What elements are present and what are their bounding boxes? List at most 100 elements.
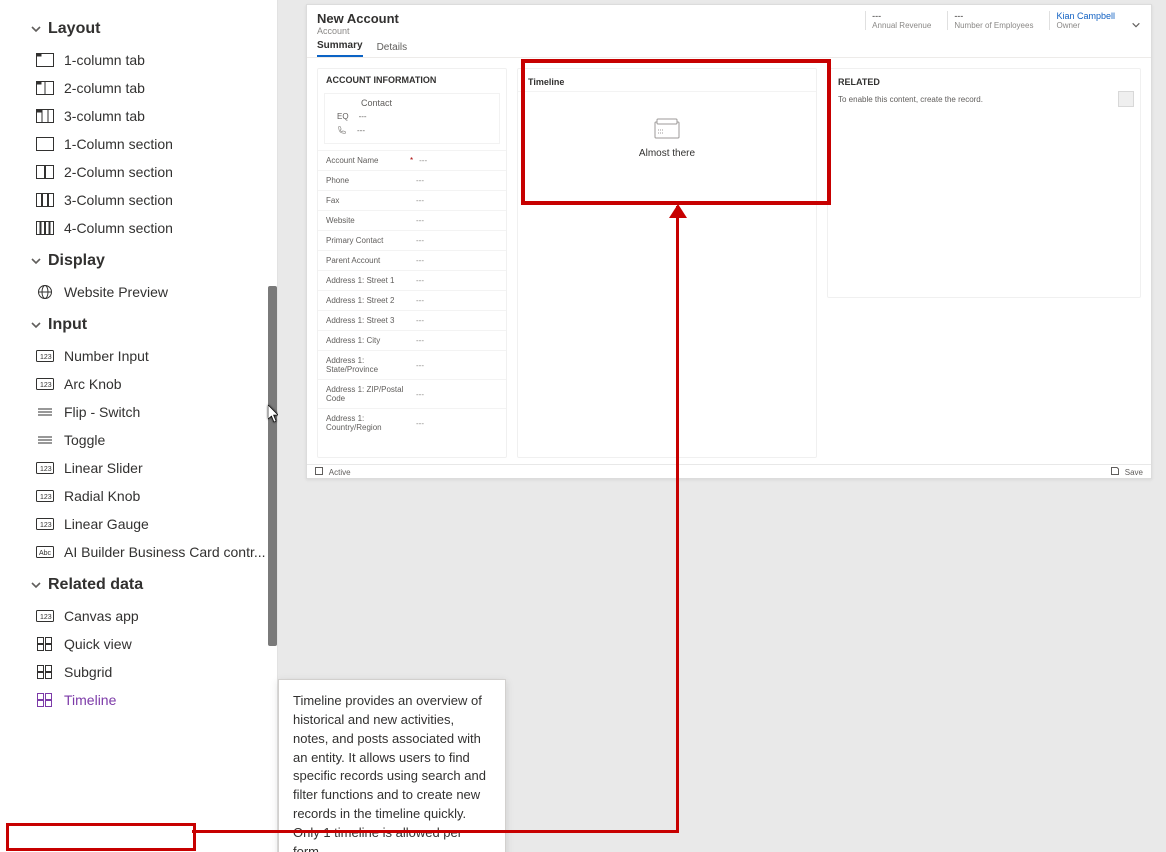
field-name: Phone — [326, 176, 408, 185]
component-label: Quick view — [64, 636, 132, 652]
component-label: 3-Column section — [64, 192, 173, 208]
field-row[interactable]: Phone--- — [318, 170, 506, 190]
group-header-layout[interactable]: Layout — [14, 10, 277, 46]
linear-gauge-icon: 123 — [36, 517, 54, 531]
sidebar-scrollbar[interactable] — [268, 6, 277, 666]
field-name: Parent Account — [326, 256, 408, 265]
component-label: Subgrid — [64, 664, 112, 680]
component-flip-switch[interactable]: Flip - Switch — [14, 398, 277, 426]
ext-value: --- — [359, 112, 367, 121]
section-2col-icon — [36, 165, 54, 179]
more-actions-button[interactable] — [1118, 91, 1134, 107]
contact-card[interactable]: Contact EQ --- --- — [324, 93, 500, 144]
form-tabs: Summary Details — [307, 38, 1151, 58]
component-label: Arc Knob — [64, 376, 122, 392]
field-row[interactable]: Address 1: Street 3--- — [318, 310, 506, 330]
form-canvas-area: New Account Account --- Annual Revenue -… — [278, 0, 1166, 852]
field-row[interactable]: Address 1: ZIP/Postal Code--- — [318, 379, 506, 408]
component-toggle[interactable]: Toggle — [14, 426, 277, 454]
tab-3col-icon — [36, 109, 54, 123]
group-title: Input — [48, 316, 87, 334]
svg-text:123: 123 — [40, 382, 52, 389]
field-row[interactable]: Fax--- — [318, 190, 506, 210]
field-value: --- — [410, 276, 498, 285]
field-row[interactable]: Account Name*--- — [318, 150, 506, 170]
save-icon — [1111, 467, 1119, 475]
globe-icon — [36, 285, 54, 299]
component-quick-view[interactable]: Quick view — [14, 630, 277, 658]
field-value: --- — [413, 156, 498, 165]
account-info-section[interactable]: ACCOUNT INFORMATION Contact EQ --- --- A… — [317, 68, 507, 458]
tab-summary[interactable]: Summary — [317, 40, 363, 57]
component-canvas-app[interactable]: 123 Canvas app — [14, 602, 277, 630]
component-linear-slider[interactable]: 123 Linear Slider — [14, 454, 277, 482]
status-right[interactable]: Save — [1111, 467, 1143, 477]
field-row[interactable]: Primary Contact--- — [318, 230, 506, 250]
component-label: Flip - Switch — [64, 404, 140, 420]
field-name: Address 1: Street 3 — [326, 316, 408, 325]
contact-ext-row: EQ --- — [331, 108, 493, 121]
component-website-preview[interactable]: Website Preview — [14, 278, 277, 306]
field-row[interactable]: Address 1: City--- — [318, 330, 506, 350]
field-row[interactable]: Address 1: Street 2--- — [318, 290, 506, 310]
component-2-column-tab[interactable]: 2-column tab — [14, 74, 277, 102]
svg-text:123: 123 — [40, 354, 52, 361]
group-header-input[interactable]: Input — [14, 306, 277, 342]
component-label: Number Input — [64, 348, 149, 364]
component-1-column-section[interactable]: 1-Column section — [14, 130, 277, 158]
timeline-tooltip: Timeline provides an overview of histori… — [278, 679, 506, 852]
group-title: Layout — [48, 20, 100, 38]
field-row[interactable]: Parent Account--- — [318, 250, 506, 270]
component-4-column-section[interactable]: 4-Column section — [14, 214, 277, 242]
tab-details[interactable]: Details — [377, 42, 408, 57]
component-label: Website Preview — [64, 284, 168, 300]
form-title: New Account — [317, 11, 399, 26]
svg-text:123: 123 — [40, 466, 52, 473]
header-fields: --- Annual Revenue --- Number of Employe… — [865, 11, 1141, 30]
radial-knob-icon: 123 — [36, 489, 54, 503]
component-linear-gauge[interactable]: 123 Linear Gauge — [14, 510, 277, 538]
subgrid-icon — [36, 665, 54, 679]
chevron-down-icon — [30, 319, 42, 331]
field-row[interactable]: Address 1: Street 1--- — [318, 270, 506, 290]
component-number-input[interactable]: 123 Number Input — [14, 342, 277, 370]
toggle-icon — [36, 433, 54, 447]
component-3-column-tab[interactable]: 3-column tab — [14, 102, 277, 130]
scrollbar-thumb[interactable] — [268, 286, 277, 646]
linear-slider-icon: 123 — [36, 461, 54, 475]
component-ai-builder-card[interactable]: Abc AI Builder Business Card contr... — [14, 538, 277, 566]
component-arc-knob[interactable]: 123 Arc Knob — [14, 370, 277, 398]
svg-text:123: 123 — [40, 494, 52, 501]
component-timeline[interactable]: Timeline — [14, 686, 277, 714]
annotation-highlight-box — [6, 823, 196, 851]
field-row[interactable]: Address 1: Country/Region--- — [318, 408, 506, 437]
field-name: Fax — [326, 196, 408, 205]
field-value: --- — [410, 361, 498, 370]
related-hint-area: To enable this content, create the recor… — [828, 91, 1140, 108]
component-label: Linear Slider — [64, 460, 143, 476]
field-row[interactable]: Address 1: State/Province--- — [318, 350, 506, 379]
status-bar: Active Save — [307, 464, 1151, 478]
chevron-down-icon[interactable] — [1131, 20, 1141, 30]
component-label: Toggle — [64, 432, 105, 448]
component-radial-knob[interactable]: 123 Radial Knob — [14, 482, 277, 510]
header-field-owner[interactable]: Kian Campbell Owner — [1049, 11, 1121, 30]
tab-1col-icon — [36, 53, 54, 67]
group-header-display[interactable]: Display — [14, 242, 277, 278]
group-title: Related data — [48, 576, 143, 594]
header-field-employees[interactable]: --- Number of Employees — [947, 11, 1039, 30]
related-section[interactable]: RELATED To enable this content, create t… — [827, 68, 1141, 298]
group-header-related[interactable]: Related data — [14, 566, 277, 602]
field-value: --- — [410, 316, 498, 325]
component-3-column-section[interactable]: 3-Column section — [14, 186, 277, 214]
component-2-column-section[interactable]: 2-Column section — [14, 158, 277, 186]
field-name: Account Name — [326, 156, 408, 165]
field-row[interactable]: Website--- — [318, 210, 506, 230]
component-1-column-tab[interactable]: 1-column tab — [14, 46, 277, 74]
timeline-section[interactable]: Timeline Almost there — [517, 68, 817, 458]
section-header: Timeline — [518, 69, 816, 92]
field-value: --- — [410, 236, 498, 245]
component-label: 3-column tab — [64, 108, 145, 124]
header-field-annual-revenue[interactable]: --- Annual Revenue — [865, 11, 937, 30]
component-subgrid[interactable]: Subgrid — [14, 658, 277, 686]
